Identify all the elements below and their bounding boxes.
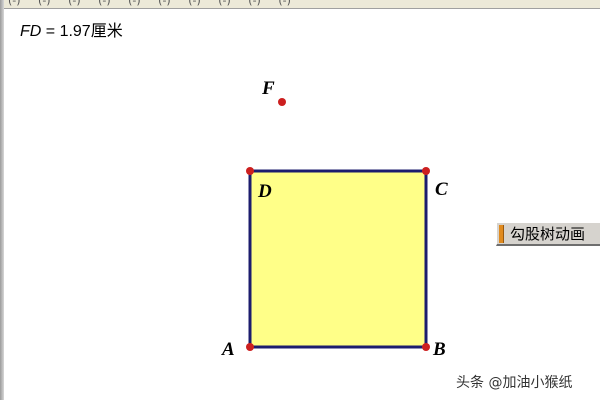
point-a[interactable] <box>246 343 254 351</box>
pythagoras-tree-animation-button[interactable]: 勾股树动画 <box>496 222 600 246</box>
point-d[interactable] <box>246 167 254 175</box>
label-c: C <box>435 179 448 200</box>
animation-button-label: 勾股树动画 <box>510 225 586 243</box>
button-handle-icon <box>499 224 504 243</box>
geometry-canvas[interactable]: F D C A B <box>0 0 600 400</box>
label-b: B <box>432 339 446 360</box>
label-d: D <box>257 181 272 202</box>
label-f: F <box>261 78 275 99</box>
watermark: 头条 @加油小猴纸 <box>456 375 573 391</box>
point-b[interactable] <box>422 343 430 351</box>
point-c[interactable] <box>422 167 430 175</box>
label-a: A <box>221 339 235 360</box>
point-f[interactable] <box>278 98 286 106</box>
square-abcd[interactable] <box>248 169 428 349</box>
